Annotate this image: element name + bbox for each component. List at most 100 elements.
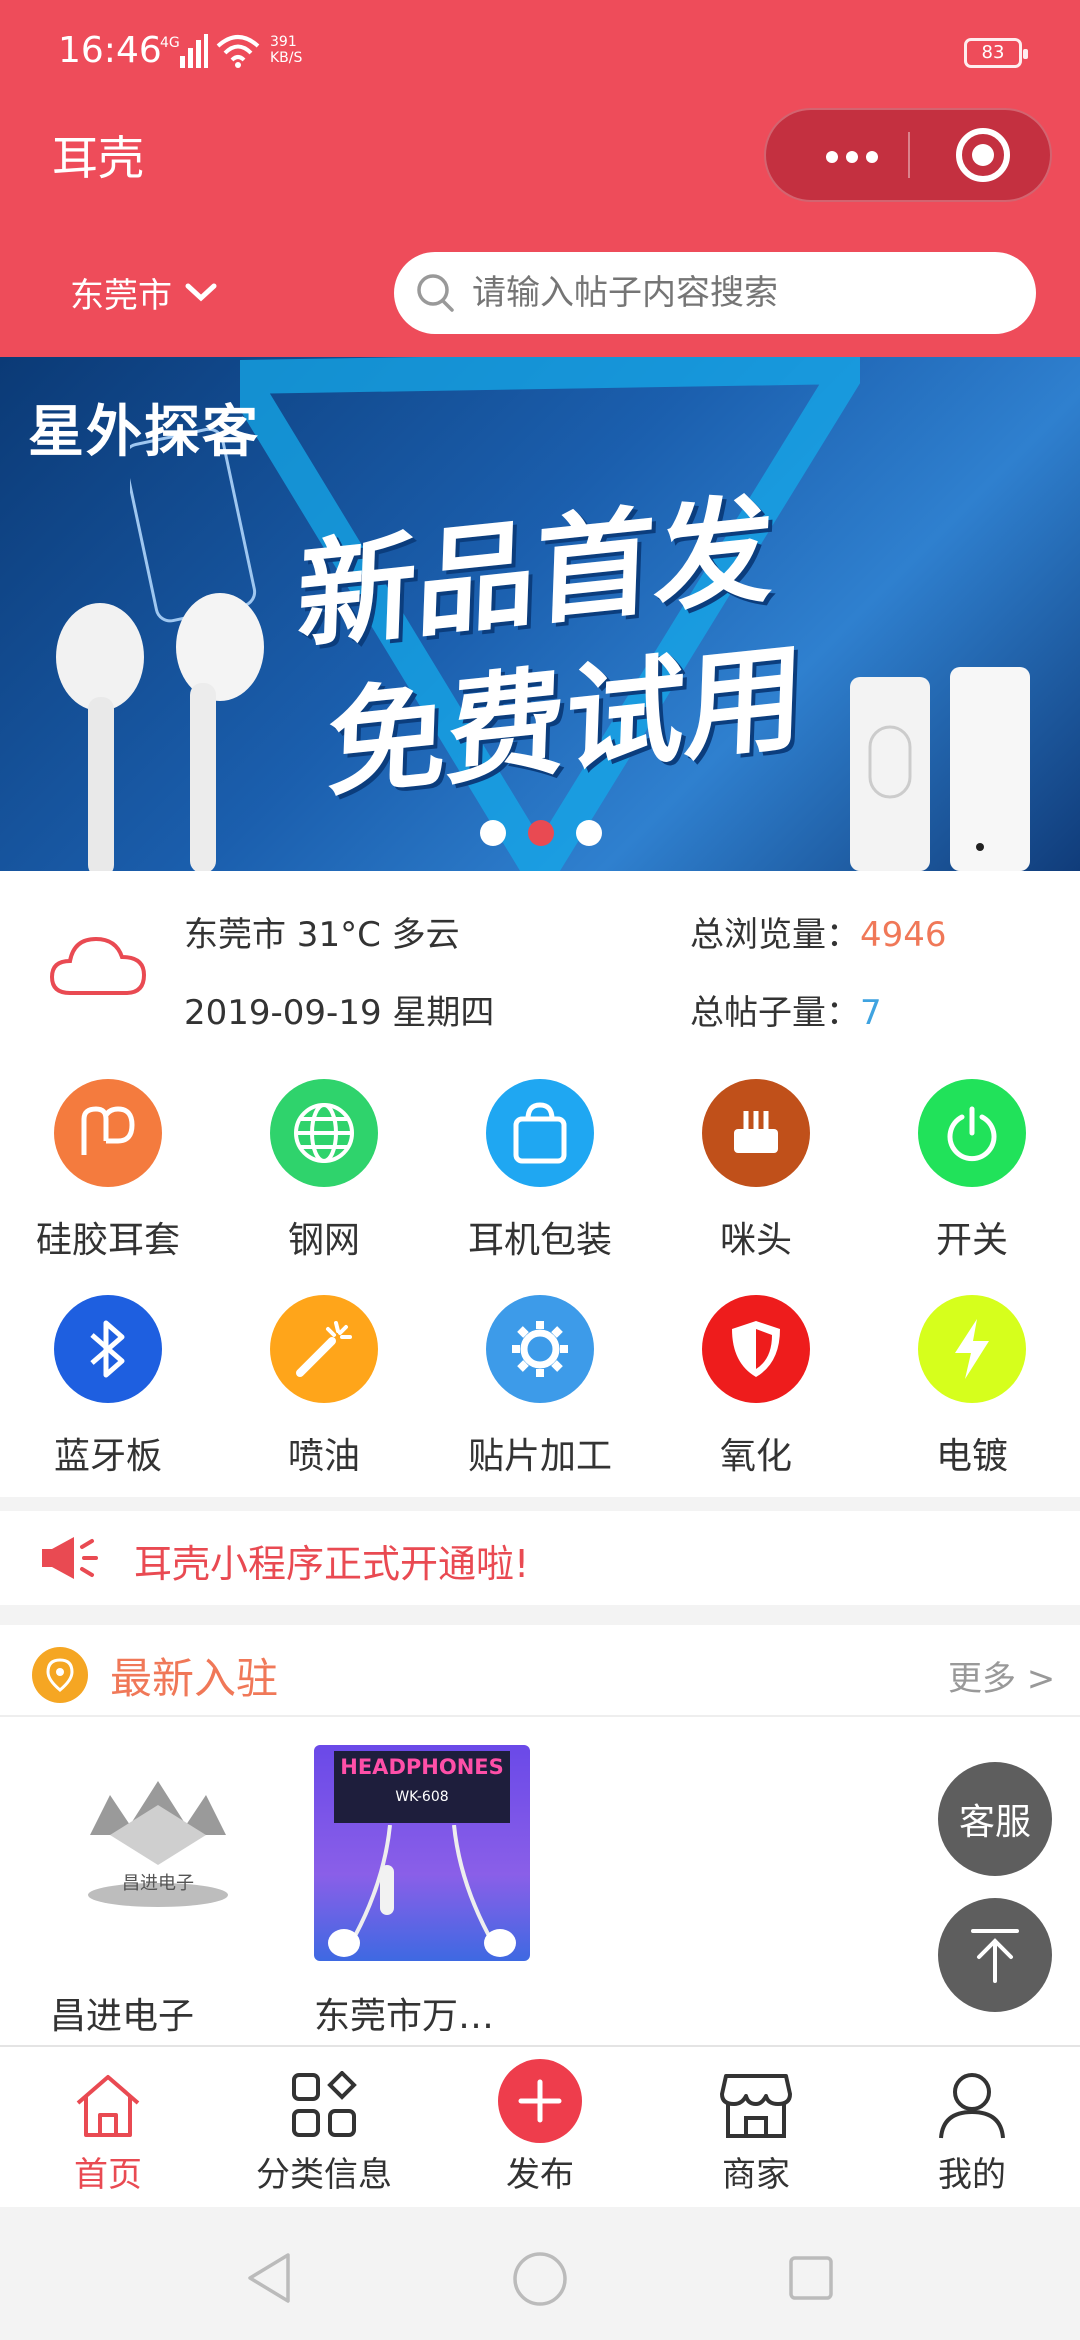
tab-label: 我的: [938, 2155, 1006, 2195]
page-title: 耳壳: [52, 131, 144, 185]
tab-label: 发布: [506, 2155, 574, 2195]
wifi-icon: [216, 35, 260, 68]
category-item[interactable]: 氧化: [648, 1277, 864, 1493]
battery-icon: 83: [964, 38, 1028, 68]
weather-text: 东莞市 31°C 多云: [184, 915, 460, 955]
network-type: 4G: [160, 35, 180, 51]
power-icon: [918, 1079, 1026, 1187]
total-views: 总浏览量：4946: [690, 907, 947, 956]
section-title: 最新入驻: [110, 1654, 279, 1703]
category-label: 氧化: [719, 1436, 792, 1477]
posts-value: 7: [860, 993, 882, 1033]
posts-label: 总帖子量：: [690, 993, 860, 1033]
router-icon: [702, 1079, 810, 1187]
total-posts: 总帖子量：7: [690, 985, 882, 1034]
tab-mine[interactable]: 我的: [864, 2047, 1080, 2209]
bluetooth-icon: [54, 1295, 162, 1403]
more-icon[interactable]: [802, 110, 902, 200]
store-icon: [716, 2065, 796, 2145]
chevron-down-icon: [185, 283, 217, 301]
tab-merchants[interactable]: 商家: [648, 2047, 864, 2209]
banner-brand: 星外探客: [28, 400, 260, 465]
product-banner-model: WK-608: [395, 1789, 449, 1805]
banner-dot-active[interactable]: [528, 820, 554, 846]
category-item[interactable]: 开关: [864, 1061, 1080, 1277]
tab-home[interactable]: 首页: [0, 2047, 216, 2209]
shop-card[interactable]: HEADPHONES WK-608 东莞市万…: [314, 1745, 534, 2039]
tab-label: 首页: [74, 2155, 142, 2195]
network-speed: 391 KB/S: [270, 34, 302, 66]
category-icon: [284, 2065, 364, 2145]
recent-apps-icon[interactable]: [788, 2255, 834, 2301]
arrow-up-icon: [971, 1929, 1019, 1983]
product-banner-title: HEADPHONES: [340, 1755, 504, 1779]
signal-icon: [180, 34, 208, 68]
more-link[interactable]: 更多 >: [948, 1651, 1055, 1700]
announcement-bar[interactable]: 耳壳小程序正式开通啦!: [0, 1511, 1080, 1605]
announcement-text: 耳壳小程序正式开通啦!: [134, 1542, 530, 1586]
category-label: 喷油: [287, 1436, 360, 1477]
customer-service-label: 客服: [958, 1802, 1031, 1843]
section-header: 最新入驻 更多 >: [0, 1625, 1080, 1717]
category-item[interactable]: 咪头: [648, 1061, 864, 1277]
system-navigation-bar: [0, 2207, 1080, 2340]
category-label: 硅胶耳套: [35, 1220, 180, 1261]
tab-category[interactable]: 分类信息: [216, 2047, 432, 2209]
plus-icon: [498, 2059, 582, 2143]
shopping-bag-icon: [486, 1079, 594, 1187]
category-item[interactable]: 钢网: [216, 1061, 432, 1277]
shop-logo: 昌进电子: [50, 1745, 266, 1961]
category-label: 钢网: [287, 1220, 360, 1261]
category-label: 电镀: [935, 1436, 1008, 1477]
category-item[interactable]: 电镀: [864, 1277, 1080, 1493]
location-pin-icon: [32, 1647, 88, 1703]
category-label: 咪头: [719, 1220, 792, 1261]
category-label: 开关: [935, 1220, 1008, 1261]
category-item[interactable]: 耳机包装: [432, 1061, 648, 1277]
category-item[interactable]: 硅胶耳套: [0, 1061, 216, 1277]
tab-publish[interactable]: 发布: [432, 2047, 648, 2209]
close-icon[interactable]: [956, 128, 1010, 182]
search-icon: [417, 274, 454, 312]
speed-value: 391: [270, 34, 297, 50]
user-icon: [932, 2065, 1012, 2145]
category-item[interactable]: 贴片加工: [432, 1277, 648, 1493]
shop-name: 东莞市万…: [314, 1996, 495, 2037]
weather-stats-panel: 东莞市 31°C 多云 2019-09-19 星期四 总浏览量：4946 总帖子…: [0, 871, 1080, 1061]
megaphone-icon: [42, 1537, 98, 1579]
earpad-icon: [54, 1079, 162, 1187]
category-item[interactable]: 蓝牙板: [0, 1277, 216, 1493]
lightning-icon: [918, 1295, 1026, 1403]
shop-name: 昌进电子: [50, 1996, 195, 2037]
city-label: 东莞市: [70, 276, 172, 316]
views-value: 4946: [860, 915, 947, 955]
home-button-icon[interactable]: [512, 2251, 568, 2307]
remote-control-image: [850, 667, 1030, 871]
back-icon[interactable]: [244, 2251, 294, 2305]
status-time: 16:46: [58, 30, 162, 71]
tab-label: 分类信息: [256, 2155, 392, 2195]
back-to-top-button[interactable]: [938, 1898, 1052, 2012]
city-selector[interactable]: 东莞市: [70, 268, 218, 317]
search-bar[interactable]: [394, 252, 1036, 334]
shield-icon: [702, 1295, 810, 1403]
shop-card[interactable]: 昌进电子 昌进电子: [50, 1745, 270, 2039]
promo-banner[interactable]: 星外探客 新品首发 免费试用: [0, 357, 1080, 871]
speed-unit: KB/S: [270, 50, 303, 66]
customer-service-button[interactable]: 客服: [938, 1762, 1052, 1876]
gear-icon: [486, 1295, 594, 1403]
bottom-tab-bar: 首页 分类信息 发布 商家 我的: [0, 2045, 1080, 2207]
globe-icon: [270, 1079, 378, 1187]
search-input[interactable]: [472, 273, 1012, 313]
shop-logo-text: 昌进电子: [122, 1873, 194, 1894]
magic-wand-icon: [270, 1295, 378, 1403]
banner-pagination: [480, 820, 602, 850]
banner-dot[interactable]: [480, 820, 506, 846]
cloud-icon: [49, 936, 147, 995]
banner-dot[interactable]: [576, 820, 602, 846]
mini-program-capsule: [764, 108, 1052, 202]
views-label: 总浏览量：: [690, 915, 860, 955]
latest-section: 最新入驻 更多 > 昌进电子 昌进电子 HEADPHONES WK-608 东莞…: [0, 1625, 1080, 2045]
category-item[interactable]: 喷油: [216, 1277, 432, 1493]
category-label: 耳机包装: [467, 1220, 612, 1261]
